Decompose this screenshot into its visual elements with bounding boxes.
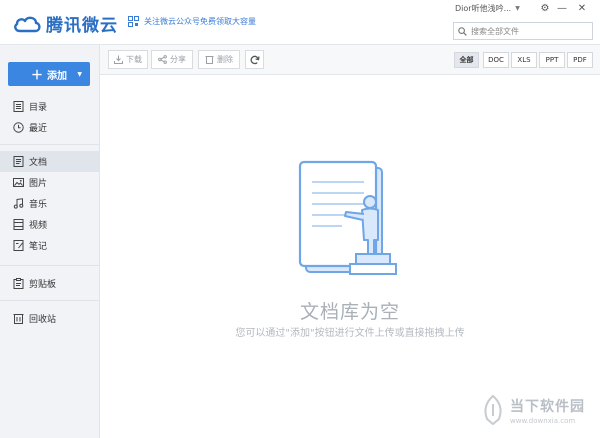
sidebar-item-label: 回收站 [29, 315, 57, 325]
qr-code-icon [128, 16, 139, 27]
sidebar-divider [0, 300, 100, 301]
filter-label: XLS [517, 56, 531, 64]
sidebar: ＋ 添加 ▼ 目录 最近 文档 图片 音乐 视频 笔记 剪贴板 回收站 [0, 45, 100, 438]
user-menu[interactable]: Dior听他浅吟... ▼ [455, 3, 520, 14]
chevron-down-icon: ▼ [515, 5, 520, 12]
filter-all[interactable]: 全部 [454, 52, 479, 68]
filter-ppt[interactable]: PPT [539, 52, 565, 68]
sidebar-item-music[interactable]: 音乐 [0, 193, 100, 214]
search-icon [458, 26, 467, 36]
filter-pdf[interactable]: PDF [567, 52, 593, 68]
sidebar-item-label: 文档 [29, 158, 48, 168]
watermark-url: www.downxia.com [510, 416, 576, 425]
caret-down-icon: ▼ [77, 70, 82, 78]
watermark-logo-icon [484, 395, 502, 425]
minimize-icon: — [557, 2, 567, 14]
share-button[interactable]: 分享 [151, 50, 193, 69]
sidebar-item-clipboard[interactable]: 剪贴板 [0, 273, 100, 294]
add-button-label: 添加 [47, 70, 67, 82]
sidebar-item-documents[interactable]: 文档 [0, 151, 100, 172]
settings-button[interactable]: ⚙ [538, 2, 552, 14]
sidebar-item-images[interactable]: 图片 [0, 172, 100, 193]
app-logo: 腾讯微云 [12, 11, 118, 36]
search-box [453, 22, 593, 40]
refresh-icon [250, 55, 260, 64]
note-icon [12, 240, 24, 252]
image-icon [12, 177, 24, 189]
filter-label: PPT [545, 56, 559, 64]
close-icon: ✕ [577, 2, 587, 14]
toolbar: 下载 分享 删除 全部 DOC XLS PPT PDF [100, 45, 600, 75]
share-icon [158, 55, 167, 64]
filter-label: DOC [488, 56, 504, 64]
add-button[interactable]: ＋ 添加 ▼ [8, 62, 90, 86]
watermark: 当下软件园 www.downxia.com [480, 395, 585, 425]
filter-label: 全部 [459, 56, 474, 64]
sidebar-item-label: 图片 [29, 179, 48, 189]
sidebar-item-video[interactable]: 视频 [0, 214, 100, 235]
promo-text: 关注微云公众号免费领取大容量 [144, 17, 256, 26]
app-logo-text: 腾讯微云 [46, 16, 118, 36]
filter-label: PDF [573, 56, 587, 64]
sidebar-item-recycle-bin[interactable]: 回收站 [0, 308, 100, 329]
empty-state-description: 您可以通过"添加"按钮进行文件上传或直接拖拽上传 [235, 328, 465, 339]
sidebar-item-label: 视频 [29, 221, 48, 231]
empty-state-title: 文档库为空 [299, 301, 400, 323]
title-bar: 腾讯微云 关注微云公众号免费领取大容量 Dior听他浅吟... ▼ ⚙ — ✕ [0, 0, 600, 45]
search-input[interactable] [471, 26, 591, 36]
list-icon [12, 101, 24, 113]
delete-button[interactable]: 删除 [198, 50, 240, 69]
share-label: 分享 [170, 55, 186, 64]
video-icon [12, 219, 24, 231]
delete-label: 删除 [217, 55, 233, 64]
document-icon [12, 156, 24, 168]
wechat-promo-link[interactable]: 关注微云公众号免费领取大容量 [128, 16, 256, 27]
trash-icon [205, 55, 214, 64]
close-button[interactable]: ✕ [575, 2, 589, 14]
cloud-logo-icon [14, 16, 41, 32]
clock-icon [12, 122, 24, 134]
user-name: Dior听他浅吟... [455, 4, 512, 13]
gear-icon: ⚙ [540, 2, 550, 14]
sidebar-item-label: 目录 [29, 103, 48, 113]
sidebar-item-directory[interactable]: 目录 [0, 96, 100, 117]
filter-doc[interactable]: DOC [483, 52, 509, 68]
clipboard-icon [12, 278, 24, 290]
sidebar-item-label: 最近 [29, 124, 48, 134]
sidebar-item-label: 笔记 [29, 242, 48, 252]
minimize-button[interactable]: — [555, 2, 569, 14]
download-icon [114, 55, 123, 64]
plus-icon: ＋ [30, 67, 43, 82]
download-button[interactable]: 下载 [108, 50, 148, 69]
empty-document-illustration [298, 160, 397, 275]
sidebar-item-label: 音乐 [29, 200, 48, 210]
filter-xls[interactable]: XLS [511, 52, 537, 68]
sidebar-divider [0, 144, 100, 145]
watermark-name: 当下软件园 [510, 398, 585, 415]
refresh-button[interactable] [245, 50, 264, 69]
trash-icon [12, 313, 24, 325]
sidebar-item-recent[interactable]: 最近 [0, 117, 100, 138]
sidebar-item-notes[interactable]: 笔记 [0, 235, 100, 256]
download-label: 下载 [126, 55, 142, 64]
sidebar-divider [0, 265, 100, 266]
sidebar-item-label: 剪贴板 [29, 280, 57, 290]
music-icon [12, 198, 24, 210]
